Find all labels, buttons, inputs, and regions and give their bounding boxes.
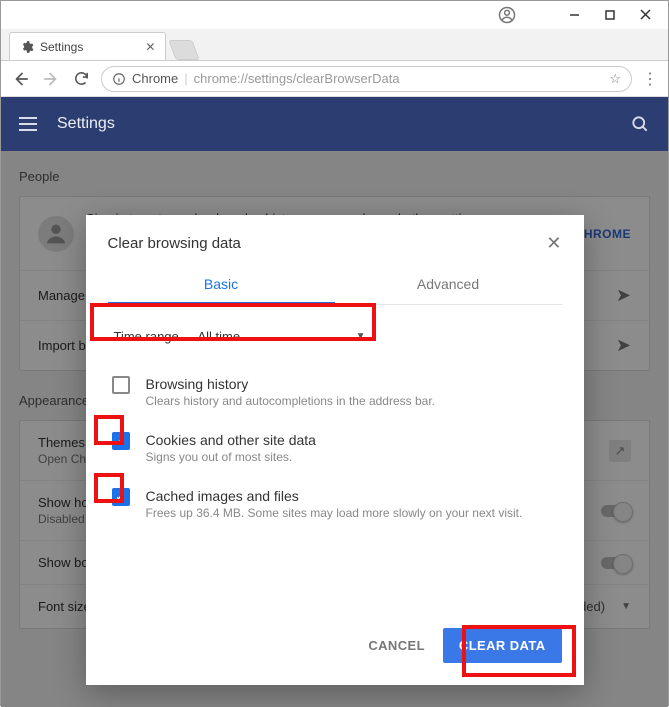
gear-icon (20, 40, 34, 54)
option-title: Browsing history (146, 376, 436, 392)
site-info-icon[interactable] (112, 72, 126, 86)
settings-header: Settings (1, 97, 668, 151)
option-title: Cookies and other site data (146, 432, 316, 448)
option-desc: Frees up 36.4 MB. Some sites may load mo… (146, 506, 523, 520)
new-tab-button[interactable] (169, 40, 200, 60)
tab-strip: Settings ✕ (1, 29, 668, 61)
close-tab-icon[interactable]: ✕ (145, 40, 155, 54)
close-icon[interactable]: ✕ (546, 233, 561, 254)
url-bar[interactable]: Chrome | chrome://settings/clearBrowserD… (101, 66, 632, 92)
time-range-label: Time range (114, 329, 194, 344)
tab-settings[interactable]: Settings ✕ (9, 32, 166, 60)
option-desc: Signs you out of most sites. (146, 450, 316, 464)
checkbox[interactable]: ✓ (112, 488, 130, 506)
clear-browsing-data-dialog: Clear browsing data ✕ Basic Advanced Tim… (86, 215, 584, 685)
modal-overlay: Clear browsing data ✕ Basic Advanced Tim… (1, 151, 668, 707)
option-browsing-history[interactable]: Browsing history Clears history and auto… (108, 364, 562, 420)
option-title: Cached images and files (146, 488, 523, 504)
option-cache[interactable]: ✓ Cached images and files Frees up 36.4 … (108, 476, 562, 532)
window-titlebar (1, 1, 668, 29)
tab-basic[interactable]: Basic (108, 264, 335, 305)
dropdown-caret-icon: ▼ (356, 331, 366, 342)
time-range-select[interactable]: All time ▼ (194, 325, 370, 348)
bookmark-star-icon[interactable]: ☆ (609, 71, 621, 87)
checkbox[interactable] (112, 376, 130, 394)
clear-data-button[interactable]: CLEAR DATA (443, 628, 562, 663)
menu-icon[interactable] (19, 117, 37, 131)
chrome-menu-button[interactable]: ⋮ (642, 69, 658, 89)
reload-button[interactable] (71, 70, 91, 87)
page-title: Settings (57, 115, 115, 133)
url-scheme: Chrome (132, 71, 178, 86)
minimize-button[interactable] (556, 2, 592, 28)
time-range-row: Time range All time ▼ (108, 319, 562, 354)
close-button[interactable] (628, 2, 664, 28)
url-text: chrome://settings/clearBrowserData (194, 71, 400, 86)
back-button[interactable] (11, 70, 31, 88)
url-separator: | (184, 71, 187, 86)
time-range-value: All time (198, 329, 241, 344)
maximize-button[interactable] (592, 2, 628, 28)
settings-content: People Sign in to get your bookmarks, hi… (1, 151, 668, 707)
forward-button (41, 70, 61, 88)
clear-options-list: Browsing history Clears history and auto… (108, 364, 562, 532)
search-icon[interactable] (630, 114, 650, 134)
tab-advanced[interactable]: Advanced (335, 264, 562, 305)
browser-toolbar: Chrome | chrome://settings/clearBrowserD… (1, 61, 668, 97)
tab-label: Settings (40, 40, 83, 54)
checkbox[interactable]: ✓ (112, 432, 130, 450)
dialog-title: Clear browsing data (108, 235, 241, 252)
cancel-button[interactable]: CANCEL (368, 638, 425, 653)
account-icon[interactable] (498, 6, 516, 24)
option-cookies[interactable]: ✓ Cookies and other site data Signs you … (108, 420, 562, 476)
option-desc: Clears history and autocompletions in th… (146, 394, 436, 408)
